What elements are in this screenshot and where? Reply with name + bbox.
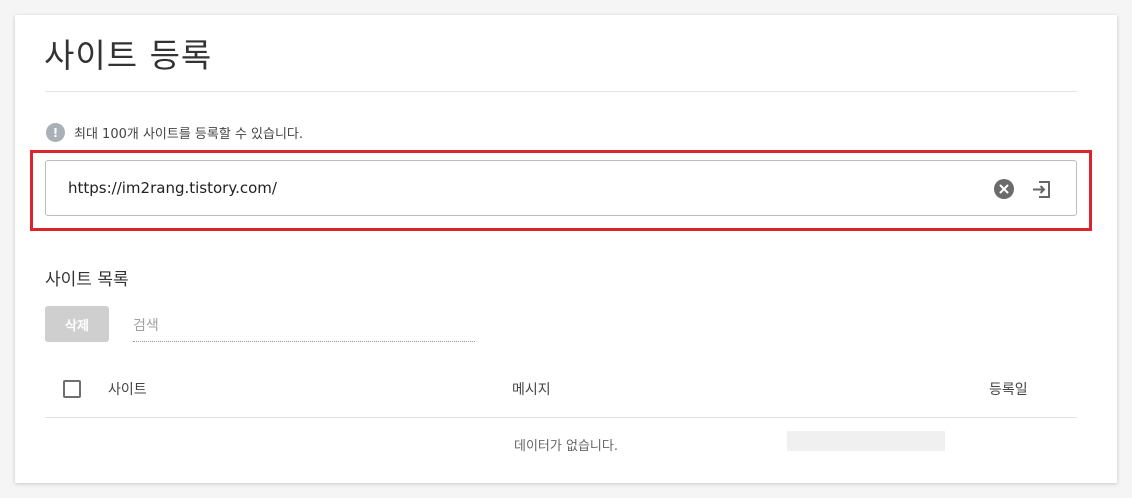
notice: ! 최대 100개 사이트를 등록할 수 있습니다. (46, 123, 303, 142)
search-input[interactable] (133, 310, 475, 342)
clear-circle-icon[interactable] (994, 179, 1014, 199)
exclamation-icon: ! (46, 123, 65, 142)
table-header: 사이트 메시지 등록일 (45, 365, 1077, 418)
delete-button[interactable]: 삭제 (45, 306, 109, 342)
url-input[interactable] (68, 176, 968, 200)
page-title: 사이트 등록 (44, 36, 213, 75)
title-divider (45, 91, 1077, 92)
site-registration-card: 사이트 등록 ! 최대 100개 사이트를 등록할 수 있습니다. 사이트 목록… (15, 15, 1117, 483)
select-all-checkbox[interactable] (63, 380, 81, 398)
column-message: 메시지 (512, 382, 551, 398)
url-input-container (45, 160, 1077, 216)
site-list-title: 사이트 목록 (45, 270, 129, 290)
enter-icon[interactable] (1030, 178, 1052, 200)
column-registered-date: 등록일 (989, 382, 1028, 398)
column-site: 사이트 (108, 382, 147, 398)
notice-text: 최대 100개 사이트를 등록할 수 있습니다. (74, 127, 304, 142)
empty-message: 데이터가 없습니다. (514, 439, 618, 454)
